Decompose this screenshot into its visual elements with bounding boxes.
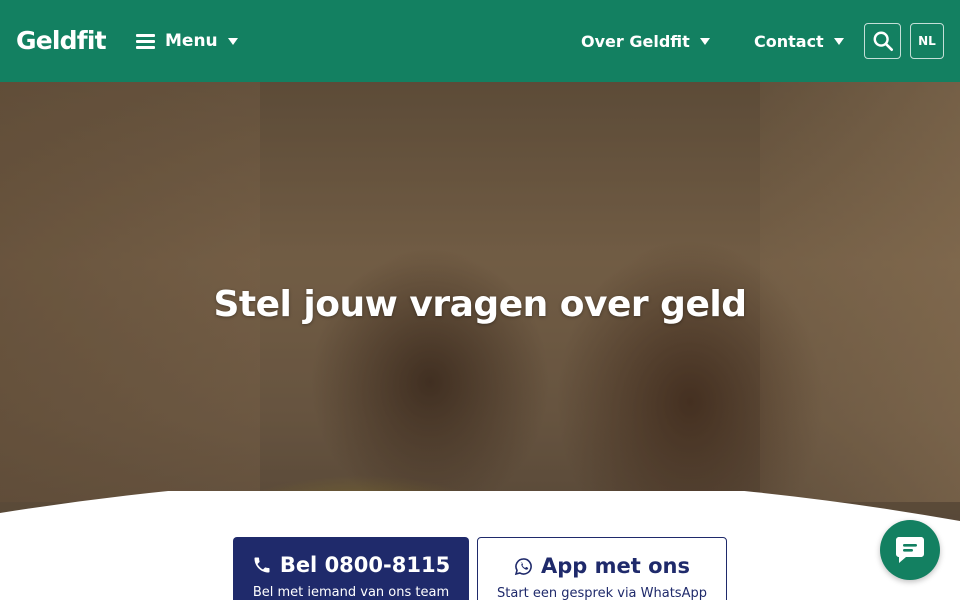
whatsapp-button-title: App met ons — [541, 554, 690, 578]
whatsapp-icon — [514, 557, 532, 575]
language-switch[interactable]: NL — [910, 23, 944, 59]
site-header: Geldfit Menu Over Geldfit Contact NL — [0, 0, 960, 82]
chat-button[interactable] — [880, 520, 940, 580]
phone-icon — [254, 557, 270, 573]
whatsapp-button[interactable]: App met ons Start een gesprek via WhatsA… — [477, 537, 727, 600]
call-button-subtitle: Bel met iemand van ons team — [252, 585, 450, 600]
chevron-down-icon — [227, 37, 238, 45]
menu-button[interactable]: Menu — [136, 26, 238, 56]
hero-banner: Stel jouw vragen over geld — [0, 82, 960, 600]
hero-title: Stel jouw vragen over geld — [213, 284, 747, 325]
nav-over-geldfit-label: Over Geldfit — [581, 31, 690, 51]
nav-contact[interactable]: Contact — [754, 26, 844, 56]
menu-label: Menu — [165, 31, 218, 51]
hamburger-icon — [136, 33, 155, 49]
nav-contact-label: Contact — [754, 31, 824, 51]
call-button[interactable]: Bel 0800-8115 Bel met iemand van ons tea… — [233, 537, 469, 600]
chat-bubble-icon — [896, 537, 924, 563]
contact-options-panel: Bel 0800-8115 Bel met iemand van ons tea… — [225, 529, 735, 600]
site-logo[interactable]: Geldfit — [16, 24, 107, 58]
chevron-down-icon — [699, 37, 710, 45]
nav-over-geldfit[interactable]: Over Geldfit — [581, 26, 710, 56]
search-button[interactable] — [864, 23, 901, 59]
whatsapp-button-subtitle: Start een gesprek via WhatsApp — [497, 586, 707, 600]
search-icon — [873, 31, 893, 51]
chevron-down-icon — [833, 37, 844, 45]
call-button-title: Bel 0800-8115 — [279, 553, 451, 577]
